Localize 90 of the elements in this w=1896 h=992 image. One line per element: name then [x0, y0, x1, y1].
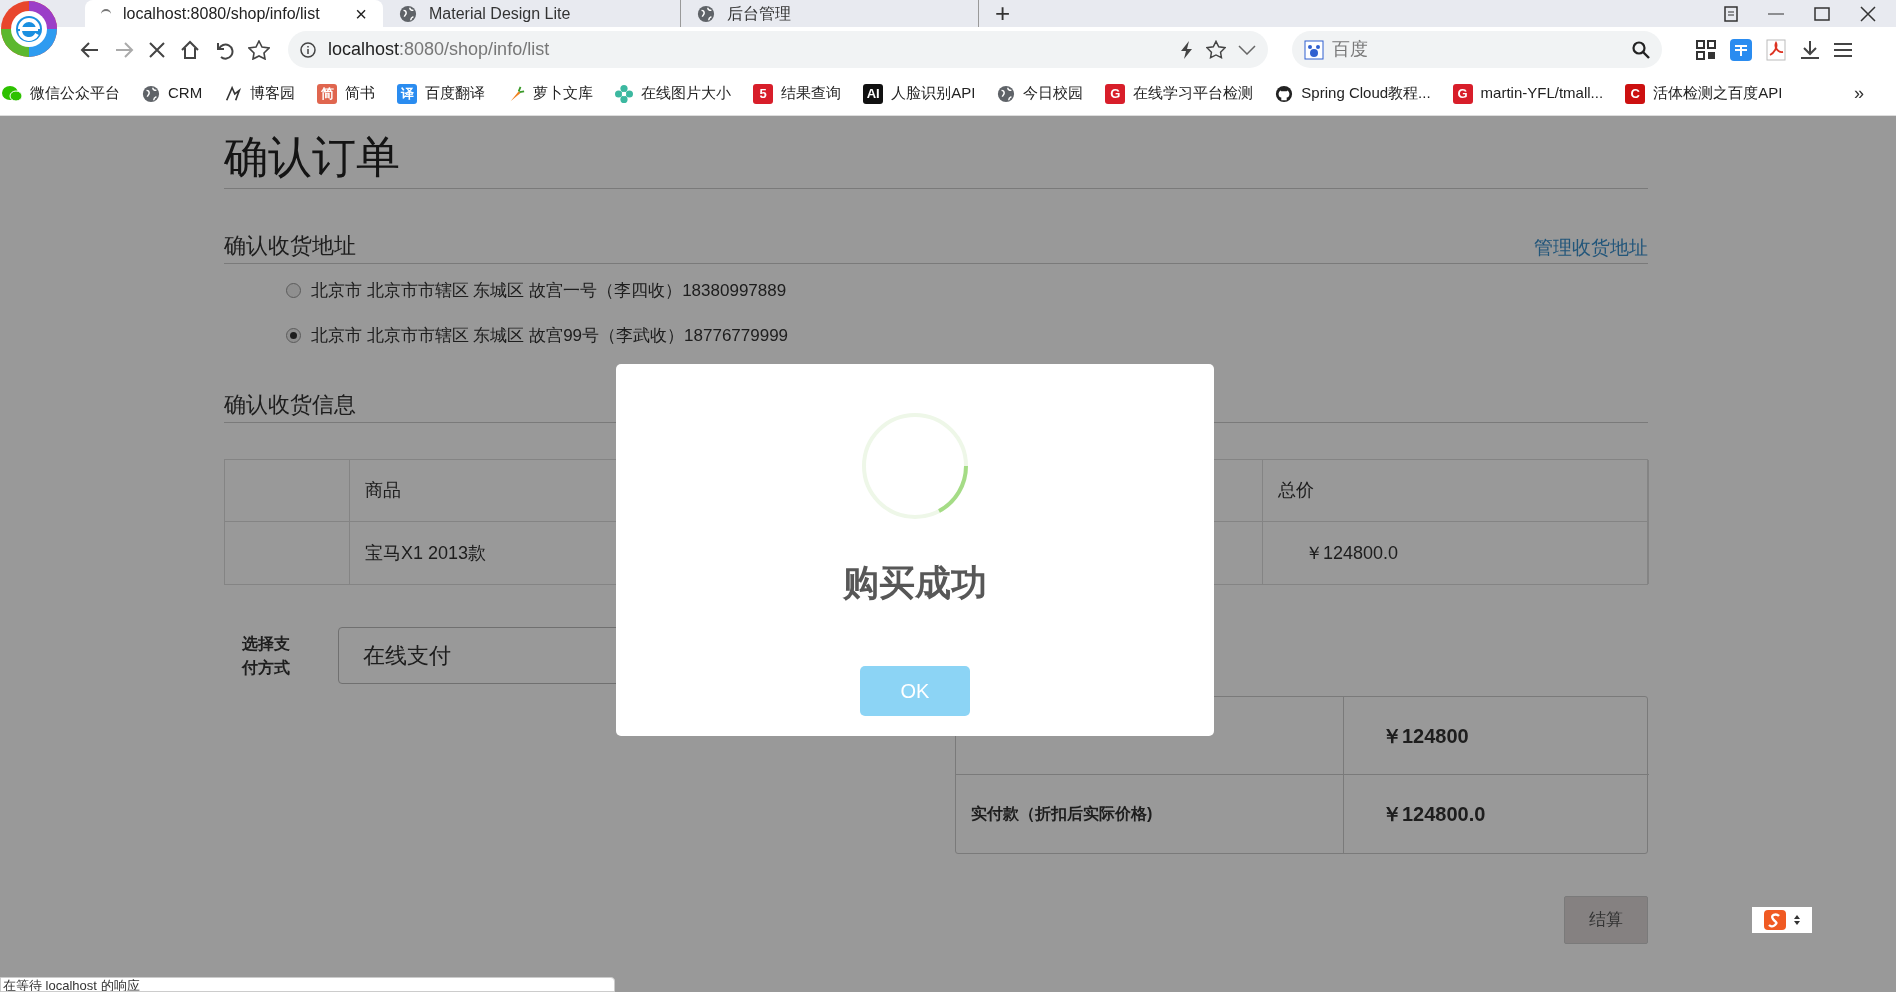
bookmark-label: 微信公众平台: [30, 83, 120, 104]
menu-icon[interactable]: [1834, 41, 1852, 58]
table-header: 总价: [1263, 460, 1649, 522]
bookmark-item[interactable]: 萝卜文库: [507, 82, 594, 105]
maximize-icon[interactable]: [1814, 6, 1830, 21]
bookmark-item[interactable]: CRM: [142, 82, 203, 105]
bookmark-label: CRM: [168, 83, 203, 104]
bookmark-label: 结果查询: [781, 83, 842, 104]
browser-tab[interactable]: localhost:8080/shop/info/list ×: [85, 0, 383, 27]
stop-icon[interactable]: [148, 40, 166, 59]
bookmark-badge-icon: 5: [753, 83, 774, 104]
tab-title: Material Design Lite: [429, 3, 572, 24]
bookmark-item[interactable]: 在线图片大小: [615, 82, 732, 105]
bookmark-item[interactable]: Spring Cloud教程...: [1275, 82, 1431, 105]
download-icon[interactable]: [1800, 39, 1820, 60]
star-icon[interactable]: [1206, 40, 1226, 59]
bookmark-label: 简书: [345, 83, 376, 104]
url-text: localhost:8080/shop/info/list: [328, 38, 551, 61]
address-text: 北京市 北京市市辖区 东城区 故宫99号（李武收）18776779999: [311, 324, 789, 347]
radio-button[interactable]: [286, 283, 301, 299]
bookmark-label: Spring Cloud教程...: [1301, 83, 1431, 104]
pen-icon: [224, 84, 243, 103]
spinner-icon: [861, 412, 969, 520]
ime-toolbar[interactable]: [1752, 907, 1812, 933]
summary-value: ￥124800.0: [1381, 802, 1487, 827]
chevron-down-icon[interactable]: [1238, 44, 1256, 55]
bookmark-item[interactable]: 博客园: [224, 82, 296, 105]
search-input[interactable]: 百度: [1332, 36, 1624, 63]
bookmark-label: 萝卜文库: [533, 83, 594, 104]
bookmark-label: martin-YFL/tmall...: [1480, 83, 1604, 104]
caret-icon: [1794, 914, 1800, 926]
translate-icon[interactable]: [1730, 38, 1752, 61]
home-icon[interactable]: [180, 39, 200, 60]
address-text: 北京市 北京市市辖区 东城区 故宫一号（李四收）18380997889: [311, 280, 787, 302]
summary-label: 实付款（折扣后实际价格): [956, 775, 1344, 853]
status-bar: 在等待 localhost 的响应: [0, 977, 615, 992]
more-bookmarks-button[interactable]: »: [1854, 80, 1864, 107]
back-icon[interactable]: [80, 40, 100, 59]
summary-value: ￥124800: [1344, 697, 1649, 775]
notes-icon[interactable]: [1724, 5, 1738, 22]
bookmark-item[interactable]: 简 简书: [317, 82, 376, 105]
bookmark-badge-icon: G: [1105, 83, 1126, 104]
globe-icon: [997, 84, 1016, 103]
page-title: 确认订单: [224, 116, 1648, 189]
globe-icon: [142, 84, 160, 103]
search-field[interactable]: 百度: [1292, 31, 1662, 68]
address-bar[interactable]: localhost:8080/shop/info/list: [288, 31, 1268, 68]
bookmark-label: 人脸识别API: [891, 83, 976, 104]
bookmark-badge-icon: 译: [397, 83, 418, 104]
tab-title: 后台管理: [727, 3, 792, 24]
section-heading: 确认收货地址: [224, 232, 356, 260]
bookmark-label: 在线图片大小: [641, 83, 732, 104]
qr-code-icon[interactable]: [1696, 39, 1716, 60]
globe-icon: [697, 4, 715, 23]
bookmark-item[interactable]: G 在线学习平台检测: [1105, 82, 1254, 105]
star-icon[interactable]: [248, 39, 270, 60]
radio-button[interactable]: [286, 327, 301, 343]
bookmark-label: 在线学习平台检测: [1133, 83, 1254, 104]
bookmark-badge-icon: C: [1625, 83, 1646, 104]
bookmark-badge-icon: AI: [863, 83, 884, 104]
bookmark-item[interactable]: G martin-YFL/tmall...: [1452, 82, 1604, 105]
bookmark-item[interactable]: C 活体检测之百度API: [1625, 82, 1783, 105]
payment-label: 选择支付方式: [242, 633, 291, 678]
bookmark-item[interactable]: 5 结果查询: [753, 82, 842, 105]
flower-icon: [615, 84, 634, 103]
search-icon[interactable]: [1632, 40, 1650, 59]
bookmark-label: 活体检测之百度API: [1653, 83, 1783, 104]
close-icon[interactable]: [1860, 5, 1876, 22]
paw-icon: [1304, 39, 1324, 60]
new-tab-button[interactable]: +: [995, 0, 1011, 27]
info-icon: [300, 41, 316, 58]
table-cell: ￥124800.0: [1263, 522, 1649, 584]
bookmark-item[interactable]: 译 百度翻译: [397, 82, 486, 105]
globe-icon: [399, 4, 417, 23]
bookmark-badge-icon: G: [1452, 83, 1473, 104]
minimize-icon[interactable]: [1768, 11, 1784, 16]
bookmark-item[interactable]: 今日校园: [997, 82, 1084, 105]
bookmark-label: 百度翻译: [425, 83, 486, 104]
bookmark-item[interactable]: 微信公众平台: [2, 82, 120, 105]
ime-logo-icon: [1764, 910, 1786, 930]
bookmark-item[interactable]: AI 人脸识别API: [863, 82, 976, 105]
tab-title: localhost:8080/shop/info/list: [123, 3, 321, 24]
close-icon[interactable]: ×: [355, 3, 367, 24]
github-icon: [1275, 84, 1294, 103]
section-heading: 确认收货信息: [224, 392, 356, 417]
lightning-icon[interactable]: [1180, 40, 1194, 59]
pdf-icon[interactable]: [1766, 38, 1786, 61]
bookmark-label: 博客园: [250, 83, 296, 104]
bookmark-badge-icon: 简: [317, 83, 338, 104]
bookmark-label: 今日校园: [1023, 83, 1084, 104]
